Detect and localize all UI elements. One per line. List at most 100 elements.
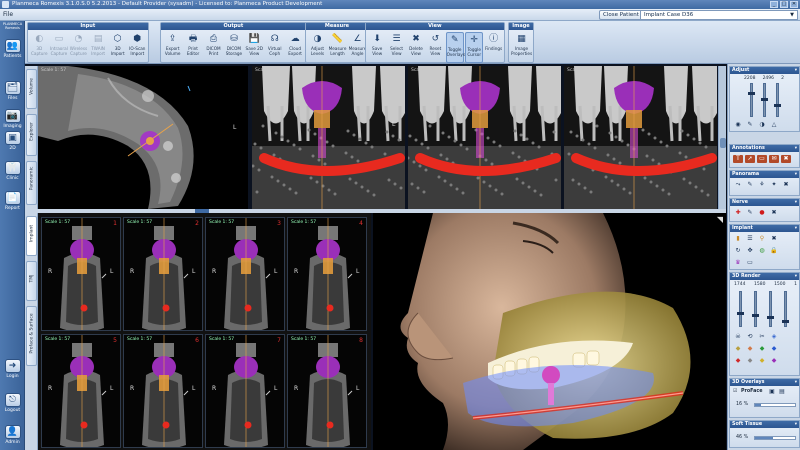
clip-icon[interactable]: ✂ [757,333,767,341]
virtual-ceph-button[interactable]: ☊ Virtual Ceph [265,32,284,63]
pencil-icon[interactable]: ✎ [745,121,755,129]
panoramic-view-3[interactable]: Scale 1: 57 [564,66,717,209]
toggle-overlays-button[interactable]: ✎ Toggle Overlays [445,32,465,63]
cross-section-slice[interactable]: Scale 1: 57 1 L R [41,217,121,331]
implant-library-icon[interactable]: ☰ [745,235,755,243]
eye-icon[interactable]: ◉ [733,121,743,129]
sidebar-item-files[interactable]: 🗂 Files [2,81,23,106]
panoramic-view-1[interactable]: Scale 1: 57 L [252,66,405,209]
tab-implant[interactable]: Implant [26,216,37,256]
collapse-icon[interactable]: ▾ [795,145,797,152]
findings-button[interactable]: ⓘ Findings [484,32,502,63]
cross-section-slice[interactable]: Scale 1: 57 6 L R [123,334,203,448]
nerve-add-icon[interactable]: ✚ [733,209,743,217]
implant-safety-icon[interactable]: ◍ [757,247,767,255]
render-slider-4[interactable] [782,291,789,327]
implant-delete-icon[interactable]: ✖ [769,235,779,243]
render-slider-3[interactable] [767,291,774,327]
collapse-icon[interactable]: ▾ [795,67,797,74]
sidebar-item-clinic[interactable]: 🦷 Clinic [2,161,23,186]
render-slider-1[interactable] [737,291,744,327]
collapse-icon[interactable]: ▾ [795,199,797,206]
view-menu-icon[interactable]: ◥ [717,215,723,224]
collapse-icon[interactable]: ▾ [795,171,797,178]
3d-proface-view[interactable]: ◥ [373,213,726,450]
sidebar-item-login[interactable]: ➜ Login [2,359,23,384]
image-properties-button[interactable]: ▦ Image Properties [511,32,532,63]
cross-section-slice[interactable]: Scale 1: 57 5 L R [41,334,121,448]
crown-icon[interactable]: ♛ [733,259,743,267]
dicom-storage-button[interactable]: ⛁ DICOM Storage [224,32,243,63]
sidebar-item-2d[interactable]: ▣ 2D [2,131,23,156]
save-2d-view-button[interactable]: 💾 Save 2D View [245,32,264,63]
level-slider[interactable] [748,83,755,117]
collapse-icon[interactable]: ▾ [795,225,797,232]
abutment-icon[interactable]: ⚲ [757,235,767,243]
text-annotation-icon[interactable]: T [733,155,743,163]
tab-panoramic[interactable]: Panoramic [26,161,37,205]
tab-volume[interactable]: Volume [26,69,37,109]
guide-icon[interactable]: ▭ [745,259,755,267]
panoramic-view-2[interactable]: Scale 1: 57 [408,66,561,209]
measure-length-button[interactable]: 📏 Measure Length [328,32,347,63]
close-window-button[interactable]: ✕ [790,1,798,8]
cross-section-slice[interactable]: Scale 1: 57 2 L R [123,217,203,331]
pano-tooth-icon[interactable]: ⚘ [757,181,767,189]
pano-edit-icon[interactable]: ✎ [745,181,755,189]
3d-capture-button[interactable]: ◐ 3D Capture [30,32,49,63]
sharpen-icon[interactable]: △ [769,121,779,129]
tab-tmj[interactable]: TMJ [26,261,37,301]
rotate-icon[interactable]: ⟲ [745,333,755,341]
proface-opacity-slider[interactable] [754,403,796,407]
print-editor-button[interactable]: 🖶 Print Editor [183,32,202,63]
select-view-button[interactable]: ☰ Select View [387,32,405,63]
nerve-color-icon[interactable]: ● [757,209,767,217]
cloud-export-button[interactable]: ☁ Cloud Export [285,32,304,63]
tab-proface-surface[interactable]: Proface & Surface [26,306,37,366]
skull-icon[interactable]: ☠ [733,333,743,341]
pano-bone-icon[interactable]: ✦ [769,181,779,189]
note-annotation-icon[interactable]: ✉ [769,155,779,163]
cross-section-slice[interactable]: Scale 1: 57 4 L R [287,217,367,331]
sidebar-item-patients[interactable]: 👥 Patients [2,39,23,64]
close-patient-button[interactable]: Close Patient [599,10,643,20]
collapse-icon[interactable]: ▾ [795,421,797,428]
preset-bone-icon[interactable]: ◆ [733,345,743,353]
collapse-icon[interactable]: ▾ [795,273,797,280]
adjust-levels-button[interactable]: ◑ Adjust Levels [308,32,327,63]
implant-add-icon[interactable]: ▮ [733,235,743,243]
sidebar-item-admin[interactable]: 👤 Admin [2,425,23,450]
sidebar-item-logout[interactable]: ⎋ Logout [2,393,23,418]
mpr-icon[interactable]: ◈ [769,333,779,341]
wireless-capture-button[interactable]: ◔ Wireless Capture [69,32,88,63]
io-scan-import-button[interactable]: ⬢ IO-Scan Import [128,32,147,63]
save-view-button[interactable]: ⬇ Save View [368,32,386,63]
cross-section-slice[interactable]: Scale 1: 57 8 L R [287,334,367,448]
gamma-slider[interactable] [774,83,781,117]
menu-file[interactable]: File [3,11,13,18]
delete-annotation-icon[interactable]: ✖ [781,155,791,163]
twain-import-button[interactable]: ▤ TWAIN Import [89,32,108,63]
cross-section-slice[interactable]: Scale 1: 57 3 L R [205,217,285,331]
preset-gray-icon[interactable]: ◆ [745,357,755,365]
render-slider-2[interactable] [752,291,759,327]
rect-annotation-icon[interactable]: ▭ [757,155,767,163]
3d-import-button[interactable]: ⬡ 3D Import [108,32,127,63]
tab-explorer[interactable]: Explorer [26,114,37,156]
intraoral-capture-button[interactable]: ▭ Intraoral Capture [50,32,69,63]
preset-skin-icon[interactable]: ◆ [745,345,755,353]
nerve-edit-icon[interactable]: ✎ [745,209,755,217]
implant-lock-icon[interactable]: 🔒 [769,247,779,255]
axial-view[interactable]: Scale 1: 57 L [38,66,248,209]
pano-delete-icon[interactable]: ✖ [781,181,791,189]
window-slider[interactable] [761,83,768,117]
toggle-cursor-button[interactable]: ✛ Toggle Cursor [465,32,484,63]
preset-blue-icon[interactable]: ◆ [769,345,779,353]
preset-yellow-icon[interactable]: ◆ [757,357,767,365]
proface-color-icon[interactable]: ▤ [778,388,786,396]
nerve-delete-icon[interactable]: ✖ [769,209,779,217]
contrast-icon[interactable]: ◑ [757,121,767,129]
minimize-button[interactable]: _ [770,1,778,8]
preset-red-icon[interactable]: ◆ [733,357,743,365]
cross-section-slice[interactable]: Scale 1: 57 7 L R [205,334,285,448]
